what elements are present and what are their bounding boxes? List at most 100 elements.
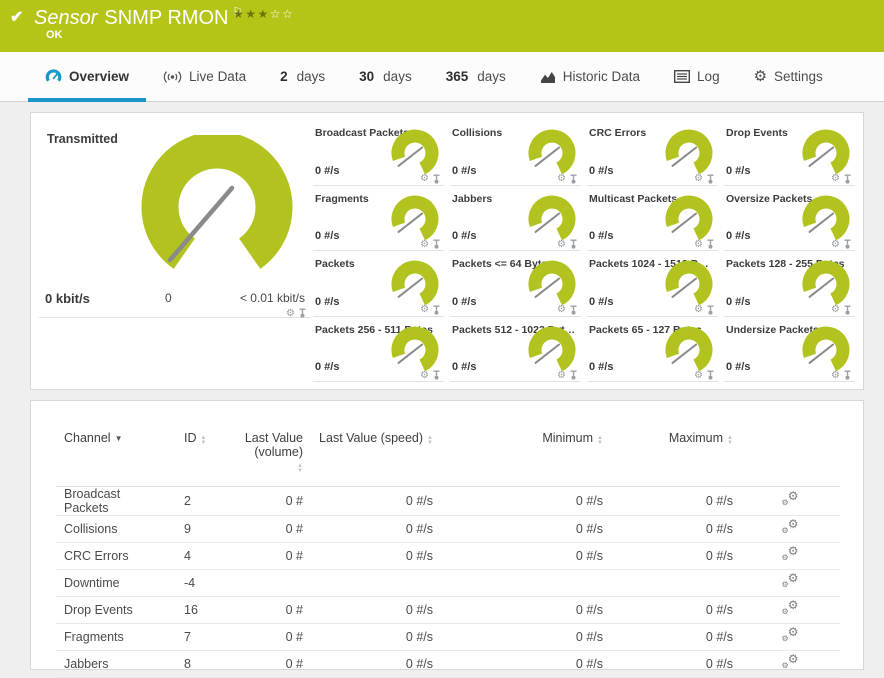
channel-settings-icon[interactable]: ⚙ ⚙	[782, 518, 799, 535]
priority-stars[interactable]: ★★★☆☆	[233, 7, 294, 21]
tab-log[interactable]: Log	[657, 52, 737, 101]
gear-icon[interactable]: ⚙	[420, 305, 429, 315]
sort-icon: ▲ ▼	[727, 435, 733, 446]
gear-icon[interactable]: ⚙	[694, 305, 703, 315]
table-row: Collisions 9 0 # 0 #/s 0 #/s 0 #/s ⚙ ⚙	[56, 515, 840, 543]
card-toolbar: ⚙	[420, 370, 441, 381]
pin-icon[interactable]	[569, 370, 578, 381]
pin-icon[interactable]	[706, 174, 715, 185]
cell-channel: Broadcast Packets	[56, 486, 176, 516]
mini-gauge-card: Packets 128 - 255 Bytes 0 #/s ⚙	[724, 252, 855, 317]
cell-minimum: 0 #/s	[441, 542, 611, 570]
channel-settings-icon[interactable]: ⚙ ⚙	[782, 545, 799, 562]
cell-channel: Fragments	[56, 623, 176, 651]
main-gauge-scale-max: < 0.01 kbit/s	[239, 291, 305, 305]
card-toolbar: ⚙	[831, 174, 852, 185]
gauge-title: Drop Events	[726, 127, 788, 139]
pin-icon[interactable]	[569, 239, 578, 250]
card-toolbar: ⚙	[831, 239, 852, 250]
card-toolbar: ⚙	[557, 174, 578, 185]
mini-gauge-card: Packets 256 - 511 Bytes 0 #/s ⚙	[313, 318, 444, 382]
column-header-last-value-speed[interactable]: Last Value (speed) ▲ ▼	[311, 425, 441, 487]
gear-icon[interactable]: ⚙	[557, 174, 566, 184]
cell-maximum: 0 #/s	[611, 542, 741, 570]
gear-icon: ⚙	[753, 68, 768, 85]
gear-icon[interactable]: ⚙	[420, 370, 429, 381]
channel-settings-icon[interactable]: ⚙ ⚙	[782, 572, 799, 589]
channel-settings-icon[interactable]: ⚙ ⚙	[782, 490, 799, 507]
sort-icon: ▲ ▼	[597, 435, 603, 446]
table-row: CRC Errors 4 0 # 0 #/s 0 #/s 0 #/s ⚙ ⚙	[56, 542, 840, 570]
mini-gauge-card: Fragments 0 #/s ⚙	[313, 187, 444, 251]
tab-2-days[interactable]: 2 days	[263, 52, 342, 101]
tab-30-days[interactable]: 30 days	[342, 52, 429, 101]
mini-gauge-card: Packets <= 64 Byte 0 #/s ⚙	[450, 252, 581, 317]
gear-icon[interactable]: ⚙	[557, 239, 566, 250]
tab-label: Historic Data	[562, 69, 641, 84]
column-header-channel[interactable]: Channel ▼	[56, 425, 176, 487]
channels-table: Channel ▼ ID ▲ ▼ Last Value (volume) ▲ ▼ Last…	[56, 425, 840, 678]
cell-channel: Drop Events	[56, 596, 176, 624]
gear-icon[interactable]: ⚙	[420, 239, 429, 250]
table-row: Fragments 7 0 # 0 #/s 0 #/s 0 #/s ⚙ ⚙	[56, 623, 840, 651]
gear-icon[interactable]: ⚙	[694, 370, 703, 381]
mini-gauge-card: CRC Errors 0 #/s ⚙	[587, 121, 718, 186]
pin-icon[interactable]	[706, 370, 715, 381]
column-header-minimum[interactable]: Minimum ▲ ▼	[441, 425, 611, 487]
gauge-value: 0 #/s	[315, 164, 340, 177]
cell-last-value-speed: 0 #/s	[311, 515, 441, 543]
gear-icon[interactable]: ⚙	[420, 174, 429, 184]
gauge-icon	[45, 69, 62, 82]
gear-icon[interactable]: ⚙	[831, 370, 840, 381]
pin-icon[interactable]	[298, 308, 307, 319]
gauge	[802, 326, 850, 371]
gear-icon[interactable]: ⚙	[831, 239, 840, 250]
gear-icon[interactable]: ⚙	[831, 305, 840, 315]
cell-last-value-speed: 0 #/s	[311, 486, 441, 516]
channel-settings-icon[interactable]: ⚙ ⚙	[782, 626, 799, 643]
gauge	[665, 129, 713, 175]
tab-overview[interactable]: Overview	[28, 52, 147, 102]
channel-settings-icon[interactable]: ⚙ ⚙	[782, 599, 799, 616]
pin-icon[interactable]	[432, 174, 441, 185]
tab-settings[interactable]: ⚙ Settings	[737, 52, 840, 101]
tab-live-data[interactable]: Live Data	[146, 52, 263, 101]
channel-settings-icon[interactable]: ⚙ ⚙	[782, 653, 799, 670]
gauge	[665, 260, 713, 306]
gear-icon[interactable]: ⚙	[694, 239, 703, 250]
mini-gauge-card: Jabbers 0 #/s ⚙	[450, 187, 581, 251]
page-title: Sensor SNMP RMON ⚐	[34, 5, 242, 30]
column-label: Minimum	[542, 431, 594, 445]
pin-icon[interactable]	[569, 174, 578, 185]
gear-icon[interactable]: ⚙	[831, 174, 840, 184]
gear-icon[interactable]: ⚙	[286, 308, 295, 319]
pin-icon[interactable]	[432, 239, 441, 250]
mini-gauge-card: Multicast Packets 0 #/s ⚙	[587, 187, 718, 251]
pin-icon[interactable]	[432, 370, 441, 381]
pin-icon[interactable]	[843, 305, 852, 316]
column-header-id[interactable]: ID ▲ ▼	[176, 425, 231, 487]
tab-bar: Overview Live Data 2 days 30 days 365 days …	[0, 52, 884, 102]
tab-365-days[interactable]: 365 days	[429, 52, 523, 101]
pin-icon[interactable]	[569, 305, 578, 316]
pin-icon[interactable]	[843, 174, 852, 185]
column-label: Last Value (speed)	[319, 431, 424, 445]
gauge-value: 0 #/s	[452, 230, 477, 242]
column-header-maximum[interactable]: Maximum ▲ ▼	[611, 425, 741, 487]
mini-gauge-card: Packets 1024 - 1518 B… 0 #/s ⚙	[587, 252, 718, 317]
gear-icon[interactable]: ⚙	[694, 174, 703, 184]
pin-icon[interactable]	[432, 305, 441, 316]
main-gauge-scale-min: 0	[165, 291, 172, 305]
gear-icon[interactable]: ⚙	[557, 305, 566, 315]
pin-icon[interactable]	[843, 370, 852, 381]
pin-icon[interactable]	[706, 305, 715, 316]
cell-maximum: 0 #/s	[611, 486, 741, 516]
cell-minimum: 0 #/s	[441, 515, 611, 543]
gear-icon[interactable]: ⚙	[557, 370, 566, 381]
pin-icon[interactable]	[706, 239, 715, 250]
pin-icon[interactable]	[843, 239, 852, 250]
tab-historic-data[interactable]: Historic Data	[523, 52, 657, 101]
column-header-last-value-volume[interactable]: Last Value (volume) ▲ ▼	[231, 425, 311, 487]
cell-last-value-speed	[311, 569, 441, 597]
cell-id: 4	[176, 542, 231, 570]
